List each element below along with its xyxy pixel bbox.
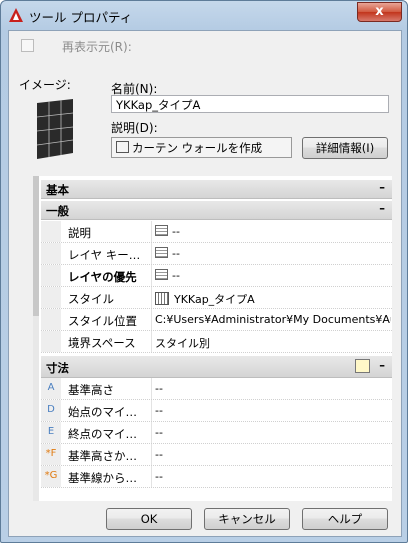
- property-name: 基準高さ: [68, 383, 114, 397]
- property-row-base-height[interactable]: A 基準高さ --: [41, 378, 392, 400]
- row-gutter: E: [41, 422, 61, 443]
- dimension-edit-icon[interactable]: [355, 359, 370, 373]
- category-label: 寸法: [46, 361, 69, 375]
- property-row-start-miter[interactable]: D 始点のマイ… --: [41, 400, 392, 422]
- property-name: 説明: [68, 226, 91, 240]
- property-value[interactable]: --: [155, 225, 391, 238]
- description-value: カーテン ウォールを作成: [132, 141, 263, 155]
- property-value[interactable]: C:¥Users¥Administrator¥My Documents¥Au…: [155, 313, 391, 326]
- table-icon: [155, 247, 168, 258]
- category-label: 一般: [46, 204, 69, 218]
- property-row-base-height-offset[interactable]: *F 基準高さか… --: [41, 444, 392, 466]
- category-label: 基本: [46, 183, 69, 197]
- property-name: 始点のマイ…: [68, 405, 137, 419]
- table-icon: [155, 269, 168, 280]
- property-name: 境界スペース: [68, 336, 136, 350]
- dimension-marker-e-icon: E: [47, 426, 55, 437]
- dimension-marker-d-icon: D: [47, 404, 55, 415]
- curtain-wall-preview-image: [36, 99, 74, 159]
- property-value[interactable]: --: [155, 470, 391, 483]
- property-grid: 基本 – 一般 – 説明 -- レイヤ キー… -- レイヤの優先 -- スタイ…: [33, 176, 392, 501]
- ok-button[interactable]: OK: [106, 508, 192, 530]
- dimension-marker-g-icon: *G: [44, 470, 58, 481]
- property-value[interactable]: --: [155, 404, 391, 417]
- property-name: 終点のマイ…: [68, 427, 137, 441]
- cancel-button[interactable]: キャンセル: [204, 508, 290, 530]
- property-name: スタイル: [68, 292, 114, 306]
- category-basic[interactable]: 基本 –: [41, 180, 392, 199]
- row-gutter: *G: [41, 466, 61, 487]
- curtain-wall-style-icon: [155, 292, 169, 305]
- property-value[interactable]: --: [155, 247, 391, 260]
- property-value[interactable]: --: [155, 269, 391, 282]
- row-gutter: [41, 331, 61, 352]
- property-row-style[interactable]: スタイル YKKap_タイプA: [41, 287, 392, 309]
- property-value[interactable]: --: [155, 448, 391, 461]
- property-row-baseline-offset[interactable]: *G 基準線から… --: [41, 466, 392, 488]
- collapse-toggle-icon[interactable]: –: [379, 180, 385, 194]
- redisplay-label: 再表示元(R):: [62, 40, 132, 54]
- details-button[interactable]: 詳細情報(I): [302, 137, 388, 159]
- property-name: 基準線から…: [68, 471, 137, 485]
- property-value[interactable]: YKKap_タイプA: [155, 291, 391, 307]
- property-row-description[interactable]: 説明 --: [41, 221, 392, 243]
- property-row-layer-key[interactable]: レイヤ キー… --: [41, 243, 392, 265]
- property-row-boundary-space[interactable]: 境界スペース スタイル別: [41, 331, 392, 353]
- row-gutter: A: [41, 378, 61, 399]
- table-icon: [155, 225, 168, 236]
- description-label: 説明(D):: [111, 121, 158, 135]
- row-gutter: [41, 265, 61, 286]
- dimension-marker-a-icon: A: [47, 382, 55, 393]
- category-dimensions[interactable]: 寸法 –: [41, 356, 392, 378]
- autocad-logo-icon: [9, 8, 23, 22]
- dialog-body: 再表示元(R): イメージ: 名前(N): YKKap_タイプA 説明(D): …: [8, 30, 402, 537]
- redisplay-checkbox[interactable]: [21, 39, 34, 52]
- category-general[interactable]: 一般 –: [41, 201, 392, 220]
- title-bar[interactable]: ツール プロパティ x: [1, 1, 407, 29]
- help-button[interactable]: ヘルプ: [302, 508, 388, 530]
- property-name: レイヤの優先: [68, 270, 137, 284]
- description-field[interactable]: カーテン ウォールを作成: [111, 137, 292, 158]
- tool-icon: [116, 141, 129, 153]
- collapse-toggle-icon[interactable]: –: [379, 358, 385, 372]
- collapse-toggle-icon[interactable]: –: [379, 201, 385, 215]
- row-gutter: [41, 243, 61, 264]
- property-name: 基準高さか…: [68, 449, 137, 463]
- close-button[interactable]: x: [357, 2, 402, 22]
- row-gutter: *F: [41, 444, 61, 465]
- grid-scrollbar[interactable]: [33, 176, 39, 501]
- property-value[interactable]: スタイル別: [155, 335, 391, 351]
- name-input[interactable]: YKKap_タイプA: [111, 95, 389, 113]
- dimension-marker-f-icon: *F: [45, 448, 57, 459]
- property-row-layer-override[interactable]: レイヤの優先 --: [41, 265, 392, 287]
- property-name: レイヤ キー…: [68, 248, 141, 262]
- tool-properties-window: ツール プロパティ x 再表示元(R): イメージ: 名前(N): YKKap_…: [0, 0, 408, 543]
- image-label: イメージ:: [19, 78, 71, 92]
- window-title: ツール プロパティ: [29, 10, 133, 25]
- scrollbar-thumb[interactable]: [33, 176, 39, 316]
- row-gutter: [41, 287, 61, 308]
- property-value[interactable]: --: [155, 426, 391, 439]
- row-gutter: D: [41, 400, 61, 421]
- row-gutter: [41, 221, 61, 242]
- property-row-end-miter[interactable]: E 終点のマイ… --: [41, 422, 392, 444]
- property-row-style-location[interactable]: スタイル位置 C:¥Users¥Administrator¥My Documen…: [41, 309, 392, 331]
- property-value[interactable]: --: [155, 382, 391, 395]
- row-gutter: [41, 309, 61, 330]
- property-name: スタイル位置: [68, 314, 137, 328]
